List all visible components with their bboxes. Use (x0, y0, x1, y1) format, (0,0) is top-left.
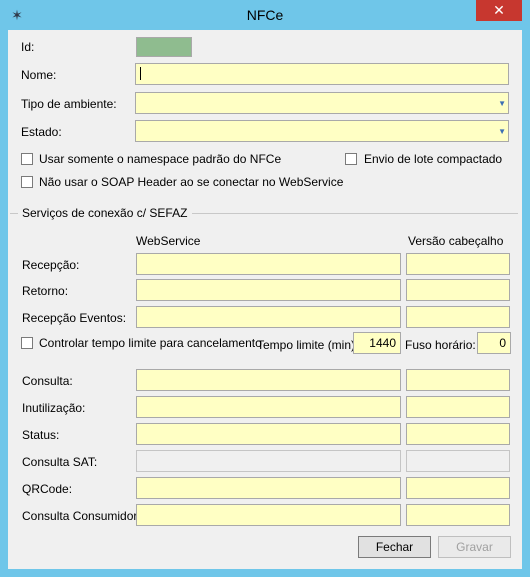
qrcode-label: QRCode: (22, 482, 73, 496)
nome-label: Nome: (21, 68, 57, 82)
soap-header-label: Não usar o SOAP Header ao se conectar no… (39, 175, 344, 189)
consulta-consumidor-label: Consulta Consumidor: (22, 509, 141, 523)
soap-header-checkbox[interactable] (21, 176, 33, 188)
group-divider-left (10, 213, 18, 214)
window-title: NFCe (246, 7, 284, 23)
tipo-ambiente-select[interactable]: ▼ (135, 92, 509, 114)
fuso-horario-label: Fuso horário: (405, 338, 476, 352)
retorno-webservice-field[interactable] (136, 279, 401, 301)
recepcao-eventos-versao-field[interactable] (406, 306, 510, 328)
group-title: Serviços de conexão c/ SEFAZ (22, 206, 188, 220)
text-cursor (140, 67, 141, 80)
recepcao-versao-field[interactable] (406, 253, 510, 275)
consulta-consumidor-versao-field[interactable] (406, 504, 510, 526)
form-body: Id: Nome: Tipo de ambiente: ▼ Estado: ▼ … (8, 30, 522, 569)
inutilizacao-label: Inutilização: (22, 401, 86, 415)
recepcao-eventos-webservice-field[interactable] (136, 306, 401, 328)
tempo-limite-field[interactable]: 1440 (353, 332, 401, 354)
retorno-label: Retorno: (22, 284, 69, 298)
tempo-limite-label: Tempo limite (min): (257, 338, 359, 352)
chevron-down-icon: ▼ (498, 127, 506, 136)
consulta-sat-webservice-field (136, 450, 401, 472)
id-field (136, 37, 192, 57)
tipo-ambiente-label: Tipo de ambiente: (21, 97, 117, 111)
close-button[interactable]: ✕ (476, 0, 522, 21)
tempo-limite-checkbox[interactable] (21, 337, 33, 349)
estado-label: Estado: (21, 125, 62, 139)
id-label: Id: (21, 40, 35, 54)
recepcao-webservice-field[interactable] (136, 253, 401, 275)
status-versao-field[interactable] (406, 423, 510, 445)
consulta-versao-field[interactable] (406, 369, 510, 391)
namespace-checkbox[interactable] (21, 153, 33, 165)
inutilizacao-versao-field[interactable] (406, 396, 510, 418)
fuso-horario-field[interactable]: 0 (477, 332, 511, 354)
recepcao-eventos-label: Recepção Eventos: (22, 311, 127, 325)
nome-field[interactable] (135, 63, 509, 85)
status-label: Status: (22, 428, 60, 442)
retorno-versao-field[interactable] (406, 279, 510, 301)
recepcao-label: Recepção: (22, 258, 80, 272)
consulta-sat-label: Consulta SAT: (22, 455, 98, 469)
webservice-column-header: WebService (136, 234, 201, 248)
nfce-window: ✶ NFCe ✕ Id: Nome: Tipo de ambiente: ▼ E… (0, 0, 530, 577)
envio-lote-label: Envio de lote compactado (364, 152, 503, 166)
inutilizacao-webservice-field[interactable] (136, 396, 401, 418)
namespace-label: Usar somente o namespace padrão do NFCe (39, 152, 282, 166)
gravar-button[interactable]: Gravar (438, 536, 511, 558)
qrcode-webservice-field[interactable] (136, 477, 401, 499)
consulta-label: Consulta: (22, 374, 73, 388)
qrcode-versao-field[interactable] (406, 477, 510, 499)
estado-select[interactable]: ▼ (135, 120, 509, 142)
consulta-sat-versao-field (406, 450, 510, 472)
fechar-button[interactable]: Fechar (358, 536, 431, 558)
title-bar[interactable]: ✶ NFCe ✕ (0, 0, 530, 30)
envio-lote-checkbox[interactable] (345, 153, 357, 165)
consulta-consumidor-webservice-field[interactable] (136, 504, 401, 526)
consulta-webservice-field[interactable] (136, 369, 401, 391)
tempo-limite-checkbox-label: Controlar tempo limite para cancelamento (39, 336, 262, 350)
status-webservice-field[interactable] (136, 423, 401, 445)
chevron-down-icon: ▼ (498, 99, 506, 108)
versao-column-header: Versão cabeçalho (408, 234, 504, 248)
group-divider (192, 213, 518, 214)
